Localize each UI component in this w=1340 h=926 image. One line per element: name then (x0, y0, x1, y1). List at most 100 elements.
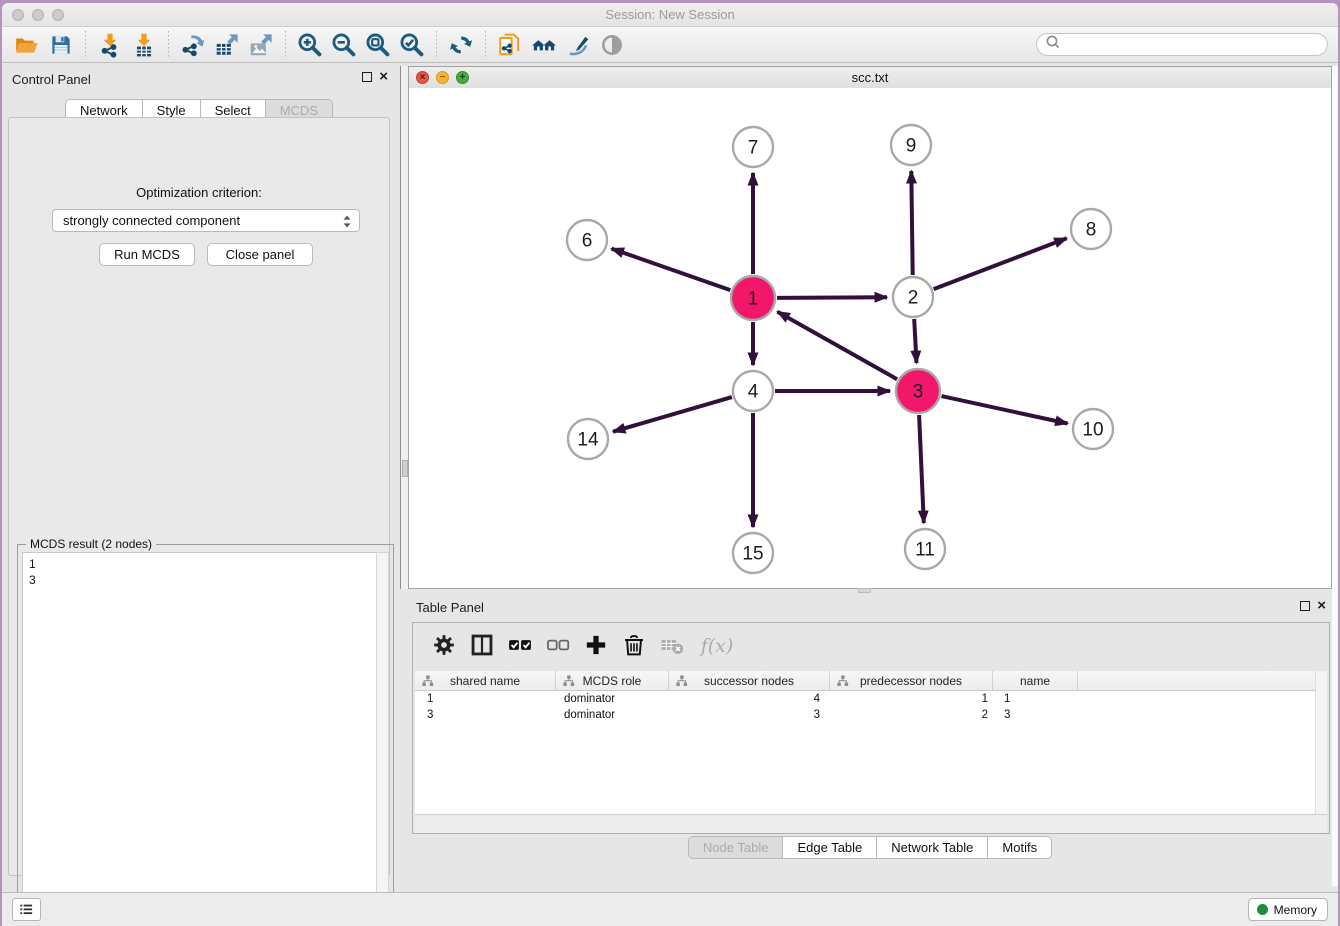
search-input[interactable] (1062, 37, 1327, 53)
close-panel-button[interactable]: Close panel (207, 243, 313, 266)
graph-node-2[interactable]: 2 (893, 277, 933, 317)
float-panel-icon[interactable] (362, 72, 372, 82)
graph-node-3[interactable]: 3 (896, 369, 940, 413)
column-header-name[interactable]: name (993, 671, 1078, 690)
network-window-titlebar[interactable]: × − + scc.txt (409, 67, 1331, 89)
run-mcds-button[interactable]: Run MCDS (99, 243, 195, 266)
eye-button[interactable] (595, 30, 629, 60)
memory-status-dot (1257, 904, 1268, 915)
split-columns-icon (470, 633, 494, 660)
export-network-button[interactable] (176, 30, 210, 60)
graph-edge-1-6[interactable] (612, 249, 731, 291)
cell-shared-name[interactable]: 3 (415, 707, 556, 723)
svg-text:4: 4 (748, 382, 759, 403)
zoom-check-button[interactable] (395, 30, 429, 60)
table-header-row: shared nameMCDS rolesuccessor nodesprede… (415, 671, 1327, 691)
zoom-fit-button[interactable] (361, 30, 395, 60)
refresh-button[interactable] (444, 30, 478, 60)
memory-label: Memory (1274, 903, 1317, 917)
task-history-button[interactable] (12, 898, 41, 921)
check-all-icon (508, 633, 532, 660)
search-box[interactable] (1036, 33, 1328, 56)
tab-node-table[interactable]: Node Table (688, 836, 784, 859)
mcds-result-textarea[interactable]: 13 (22, 552, 377, 917)
graph-node-10[interactable]: 10 (1073, 409, 1113, 449)
graph-edge-4-14[interactable] (613, 397, 732, 432)
graph-node-1[interactable]: 1 (731, 276, 775, 320)
network-canvas[interactable]: 1 2 3 4 6 7 8 9 10 11 14 15 (409, 88, 1331, 588)
cell-predecessor-nodes[interactable]: 1 (830, 691, 993, 707)
cell-successor-nodes[interactable]: 3 (669, 707, 830, 723)
graph-edge-1-2[interactable] (777, 297, 887, 298)
column-header-shared-name[interactable]: shared name (415, 671, 556, 690)
dropdown-chevrons-icon (339, 211, 355, 232)
table-vertical-scrollbar[interactable] (1315, 671, 1327, 814)
copy-network-button[interactable] (493, 30, 527, 60)
cell-MCDS-role[interactable]: dominator (556, 691, 669, 707)
open-folder-button[interactable] (10, 30, 44, 60)
tab-network-table[interactable]: Network Table (877, 836, 988, 859)
float-table-panel-icon[interactable] (1300, 601, 1310, 611)
graph-edge-2-9[interactable] (911, 171, 912, 275)
uncheck-all-button[interactable] (539, 628, 577, 664)
open-folder-icon (14, 32, 40, 58)
refresh-icon (448, 32, 474, 58)
graph-node-14[interactable]: 14 (568, 419, 608, 459)
graph-edge-3-1[interactable] (777, 312, 897, 380)
node-table[interactable]: shared nameMCDS rolesuccessor nodesprede… (415, 671, 1327, 814)
check-all-button[interactable] (501, 628, 539, 664)
cell-name[interactable]: 3 (993, 707, 1078, 723)
table-toolbar: f(x) (413, 623, 1329, 669)
criterion-dropdown[interactable]: strongly connected component (52, 209, 360, 232)
cell-name[interactable]: 1 (993, 691, 1078, 707)
gear-icon (432, 633, 456, 660)
table-row[interactable]: 1dominator411 (415, 691, 1327, 707)
table-row[interactable]: 3dominator323 (415, 707, 1327, 723)
table-horizontal-scrollbar[interactable] (415, 814, 1327, 833)
main-toolbar (2, 27, 1338, 63)
split-columns-button[interactable] (463, 628, 501, 664)
plus-button[interactable] (577, 628, 615, 664)
graph-node-7[interactable]: 7 (733, 127, 773, 167)
graph-node-8[interactable]: 8 (1071, 209, 1111, 249)
import-network-button[interactable] (93, 30, 127, 60)
cell-MCDS-role[interactable]: dominator (556, 707, 669, 723)
svg-text:11: 11 (915, 540, 935, 561)
table-panel: Table Panel × f(x) shared nameMCDS roles… (408, 592, 1332, 888)
svg-text:2: 2 (908, 288, 919, 309)
zoom-in-button[interactable] (293, 30, 327, 60)
cell-predecessor-nodes[interactable]: 2 (830, 707, 993, 723)
memory-button[interactable]: Memory (1248, 898, 1328, 921)
mcds-result-scrollbar[interactable] (376, 552, 389, 917)
cell-shared-name[interactable]: 1 (415, 691, 556, 707)
export-table-button[interactable] (210, 30, 244, 60)
mcds-result-line: 1 (29, 556, 376, 572)
table-panel-title: Table Panel (416, 600, 484, 615)
graph-node-15[interactable]: 15 (733, 533, 773, 573)
pen-button[interactable] (561, 30, 595, 60)
floppy-save-button[interactable] (44, 30, 78, 60)
zoom-out-button[interactable] (327, 30, 361, 60)
houses-button[interactable] (527, 30, 561, 60)
column-header-predecessor-nodes[interactable]: predecessor nodes (830, 671, 993, 690)
gear-button[interactable] (425, 628, 463, 664)
graph-node-9[interactable]: 9 (891, 125, 931, 165)
graph-node-4[interactable]: 4 (733, 371, 773, 411)
control-panel-title: Control Panel (12, 72, 91, 87)
graph-edge-2-8[interactable] (934, 238, 1067, 289)
column-header-successor-nodes[interactable]: successor nodes (669, 671, 830, 690)
graph-edge-3-10[interactable] (942, 396, 1068, 423)
import-table-button[interactable] (127, 30, 161, 60)
graph-node-11[interactable]: 11 (905, 529, 945, 569)
export-image-button[interactable] (244, 30, 278, 60)
graph-edge-2-3[interactable] (914, 319, 916, 363)
close-table-panel-icon[interactable]: × (1317, 601, 1326, 611)
graph-node-6[interactable]: 6 (567, 220, 607, 260)
cell-successor-nodes[interactable]: 4 (669, 691, 830, 707)
trash-button[interactable] (615, 628, 653, 664)
tab-edge-table[interactable]: Edge Table (783, 836, 877, 859)
graph-edge-3-11[interactable] (919, 415, 924, 523)
column-header-MCDS-role[interactable]: MCDS role (556, 671, 669, 690)
tab-motifs[interactable]: Motifs (988, 836, 1052, 859)
close-panel-icon[interactable]: × (379, 72, 388, 82)
